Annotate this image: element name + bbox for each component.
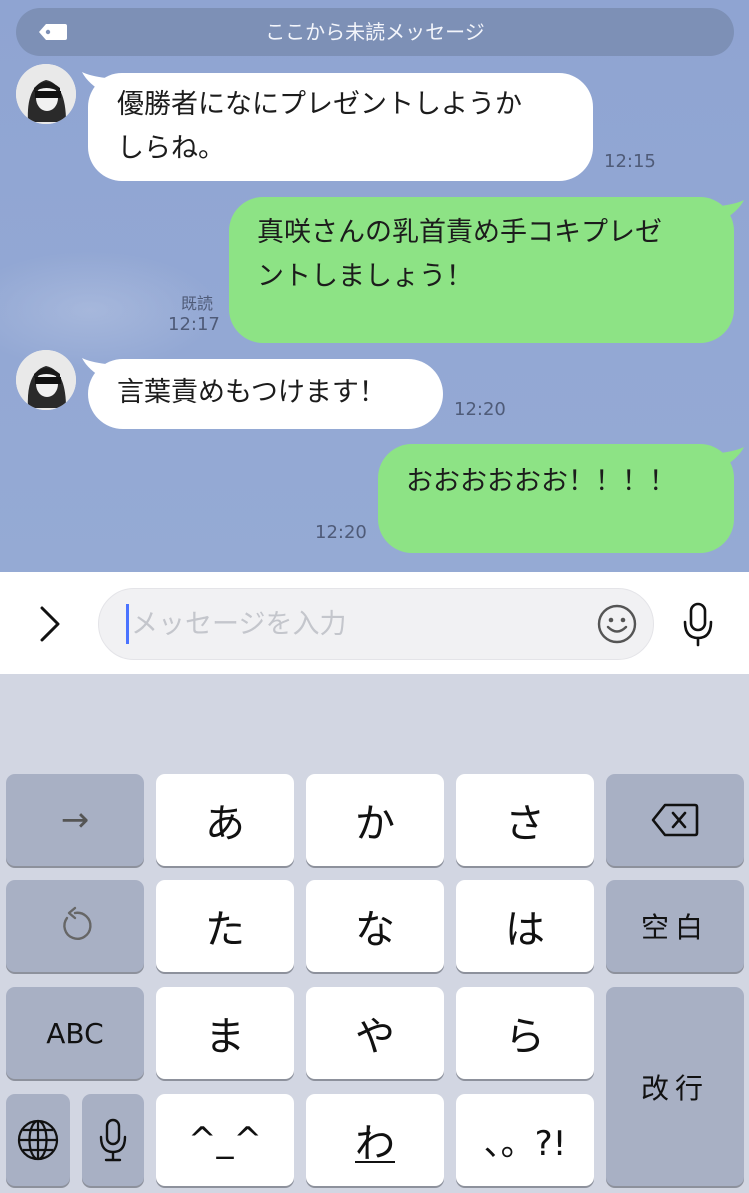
key-ya[interactable]: や (306, 987, 444, 1079)
key-sa[interactable]: さ (456, 774, 594, 866)
key-punctuation[interactable]: 、。?! (456, 1094, 594, 1186)
message-timestamp: 12:20 (454, 399, 506, 420)
delete-icon (651, 803, 699, 837)
key-emoticon[interactable]: ^_^ (156, 1094, 294, 1186)
message-bubble-outgoing[interactable]: おおおおおお！！！！ (378, 444, 734, 553)
message-bubble-incoming[interactable]: 優勝者になにプレゼントしようか しらね。 (88, 73, 593, 181)
key-abc[interactable]: ABC (6, 987, 144, 1079)
bubble-tail (720, 447, 744, 469)
dictation-mic-icon (99, 1118, 127, 1162)
key-globe[interactable] (6, 1094, 70, 1186)
message-timestamp: 12:15 (604, 151, 656, 172)
key-ma[interactable]: ま (156, 987, 294, 1079)
avatar[interactable] (16, 350, 76, 410)
tag-icon (39, 24, 67, 40)
key-enter[interactable]: 改行 (606, 987, 744, 1186)
key-delete[interactable] (606, 774, 744, 866)
key-a[interactable]: あ (156, 774, 294, 866)
key-ra[interactable]: ら (456, 987, 594, 1079)
chat-area[interactable]: ここから未読メッセージ 優勝者になにプレゼントしようか しらね。 12:15 既… (0, 0, 749, 572)
key-dictation[interactable] (82, 1094, 144, 1186)
key-ta[interactable]: た (156, 880, 294, 972)
key-ha[interactable]: は (456, 880, 594, 972)
microphone-icon[interactable] (678, 600, 718, 648)
read-receipt: 既読 (181, 294, 214, 313)
key-wa[interactable]: わ (306, 1094, 444, 1186)
key-space[interactable]: 空白 (606, 880, 744, 972)
avatar-image (16, 64, 76, 124)
key-undo[interactable] (6, 880, 144, 972)
message-bubble-outgoing[interactable]: 真咲さんの乳首責め手コキプレゼ ントしましょう！ (229, 197, 734, 343)
text-caret (126, 604, 129, 644)
message-input-placeholder: メッセージを入力 (131, 609, 347, 640)
undo-icon (63, 906, 92, 940)
key-ka[interactable]: か (306, 774, 444, 866)
bubble-tail (720, 200, 744, 222)
key-na[interactable]: な (306, 880, 444, 972)
avatar-image (16, 350, 76, 410)
message-bubble-incoming[interactable]: 言葉責めもつけます！ (88, 359, 443, 429)
globe-icon (17, 1119, 59, 1161)
unread-divider-label: ここから未読メッセージ (265, 20, 485, 44)
avatar[interactable] (16, 64, 76, 124)
chevron-right-icon[interactable] (30, 600, 70, 648)
unread-divider: ここから未読メッセージ (16, 8, 734, 56)
key-arrow[interactable]: → (6, 774, 144, 866)
smiley-icon[interactable] (596, 603, 638, 645)
message-timestamp: 12:17 (168, 314, 220, 335)
message-timestamp: 12:20 (315, 522, 367, 543)
